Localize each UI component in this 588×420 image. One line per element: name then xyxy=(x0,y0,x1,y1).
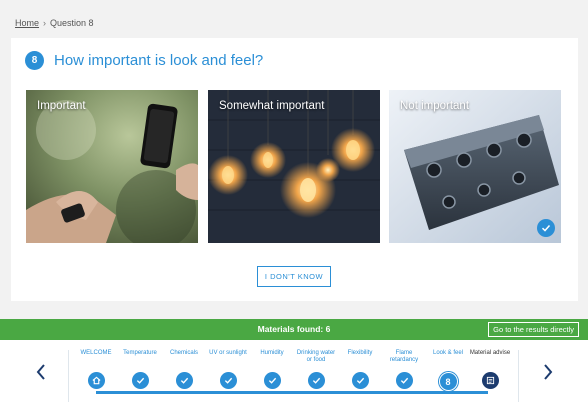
option-somewhat-important[interactable]: Somewhat important xyxy=(208,90,380,243)
check-icon xyxy=(395,372,413,389)
question-card: 8 How important is look and feel? Import… xyxy=(11,38,578,301)
option-somewhat-important-image xyxy=(208,90,380,243)
step-label: Temperature xyxy=(123,350,157,356)
step-look-feel[interactable]: Look & feel 8 xyxy=(427,350,469,391)
dont-know-button[interactable]: I DON'T KNOW xyxy=(257,266,331,287)
check-icon xyxy=(175,372,193,389)
option-not-important[interactable]: Not important xyxy=(389,90,561,243)
step-flexibility[interactable]: Flexibility xyxy=(339,350,381,389)
question-number-badge: 8 xyxy=(25,51,44,70)
option-label: Not important xyxy=(400,100,470,112)
step-navigation: WELCOME Temperature Chemicals UV or sunl… xyxy=(0,340,588,420)
selected-check-icon xyxy=(537,219,555,237)
step-label: UV or sunlight xyxy=(209,350,247,356)
option-label: Important xyxy=(37,100,86,112)
step-label: Flame retardancy xyxy=(389,350,419,363)
step-chemicals[interactable]: Chemicals xyxy=(163,350,205,389)
go-to-results-button[interactable]: Go to the results directly xyxy=(488,322,579,337)
step-material-advise[interactable]: Material advise xyxy=(469,350,511,389)
option-label: Somewhat important xyxy=(219,100,325,112)
option-not-important-image xyxy=(389,90,561,243)
breadcrumb: Home › Question 8 xyxy=(15,18,94,28)
step-humidity[interactable]: Humidity xyxy=(251,350,293,389)
nav-divider xyxy=(68,350,69,402)
option-important[interactable]: Important xyxy=(26,90,198,243)
previous-arrow-icon[interactable] xyxy=(32,362,50,382)
check-icon xyxy=(351,372,369,389)
home-icon xyxy=(87,372,105,389)
check-icon xyxy=(219,372,237,389)
breadcrumb-home-link[interactable]: Home xyxy=(15,18,39,28)
step-temperature[interactable]: Temperature xyxy=(119,350,161,389)
step-label: Look & feel xyxy=(432,350,464,356)
step-number: 8 xyxy=(438,372,458,391)
step-label: Chemicals xyxy=(169,350,198,356)
breadcrumb-separator-icon: › xyxy=(43,18,47,28)
step-label: WELCOME xyxy=(80,350,112,356)
progress-steps: WELCOME Temperature Chemicals UV or sunl… xyxy=(75,350,511,405)
step-label: Drinking water or food xyxy=(296,350,336,363)
step-label: Humidity xyxy=(260,350,284,356)
option-important-image xyxy=(26,90,198,243)
step-label: Flexibility xyxy=(347,350,373,356)
check-icon xyxy=(307,372,325,389)
step-flame-retardancy[interactable]: Flame retardancy xyxy=(383,350,425,389)
step-drinking-water[interactable]: Drinking water or food xyxy=(295,350,337,389)
step-label: Material advise xyxy=(469,350,511,356)
question-title: How important is look and feel? xyxy=(54,52,264,69)
next-arrow-icon[interactable] xyxy=(539,362,557,382)
progress-track xyxy=(96,391,488,394)
step-welcome[interactable]: WELCOME xyxy=(75,350,117,389)
materials-found-bar: Materials found: 6 Go to the results dir… xyxy=(0,319,588,340)
breadcrumb-current: Question 8 xyxy=(50,18,94,28)
nav-divider xyxy=(518,350,519,402)
step-uv-sunlight[interactable]: UV or sunlight xyxy=(207,350,249,389)
check-icon xyxy=(131,372,149,389)
list-icon xyxy=(481,372,499,389)
question-header: 8 How important is look and feel? xyxy=(25,51,263,70)
check-icon xyxy=(263,372,281,389)
